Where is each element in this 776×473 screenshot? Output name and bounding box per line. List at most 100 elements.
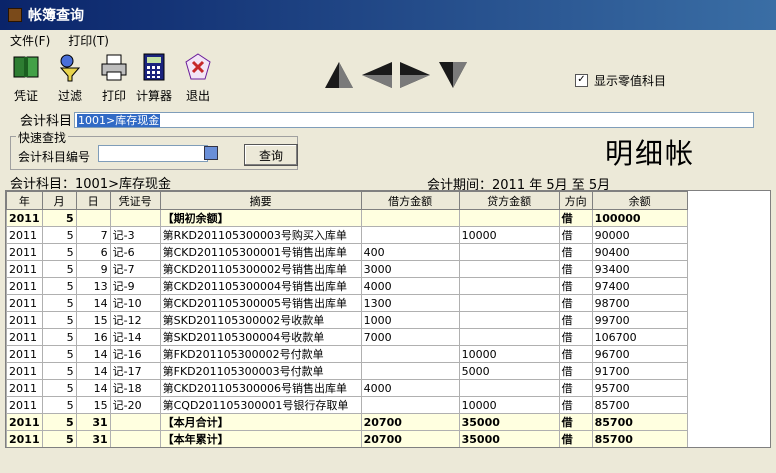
table-row[interactable]: 2011 5 7 记-3 第RKD201105300003号购买入库单 10000 借 900… <box>6 226 688 244</box>
cell-summary: 第CKD201105300005号销售出库单 <box>159 294 362 312</box>
checkbox-checked-icon: ✓ <box>575 74 588 87</box>
filter-button[interactable]: 过滤 <box>48 52 92 104</box>
cell-voucher-no: 记-7 <box>109 260 161 278</box>
account-value: 1001>库存现金 <box>77 113 161 127</box>
cell-credit <box>458 379 560 397</box>
account-field[interactable]: 1001>库存现金 <box>74 111 755 128</box>
cell-credit <box>458 277 560 295</box>
cell-day: 6 <box>75 243 111 261</box>
next-record-icon[interactable] <box>398 60 432 90</box>
query-button[interactable]: 查询 <box>244 144 298 166</box>
col-debit[interactable]: 借方金额 <box>360 191 460 210</box>
cell-debit: 3000 <box>360 260 460 278</box>
account-code-input[interactable] <box>98 145 208 162</box>
cell-voucher-no: 记-14 <box>109 328 161 346</box>
lookup-picker-icon[interactable] <box>204 146 218 160</box>
cell-direction: 借 <box>558 226 593 244</box>
status-bar <box>0 451 776 473</box>
last-record-icon[interactable] <box>436 60 470 90</box>
menu-bar: 文件(F) 打印(T) <box>0 30 776 50</box>
cell-year: 2011 <box>6 294 43 312</box>
cell-voucher-no: 记-3 <box>109 226 161 244</box>
exit-button[interactable]: 退出 <box>176 52 220 104</box>
cell-credit: 10000 <box>458 226 560 244</box>
table-row[interactable]: 2011 5 14 记-18 第CKD201105300006号销售出库单 4000 借 95… <box>6 379 688 397</box>
col-year[interactable]: 年 <box>6 191 43 210</box>
table-row[interactable]: 2011 5 13 记-9 第CKD201105300004号销售出库单 4000 借 974… <box>6 277 688 295</box>
voucher-button[interactable]: 凭证 <box>4 52 48 104</box>
cell-year: 2011 <box>6 430 43 447</box>
table-row[interactable]: 2011 5 15 记-12 第SKD201105300002号收款单 1000 借 9970… <box>6 311 688 329</box>
table-row[interactable]: 2011 5 14 记-10 第CKD201105300005号销售出库单 1300 借 98… <box>6 294 688 312</box>
table-row[interactable]: 2011 5 15 记-20 第CQD201105300001号银行存取单 10000 借 8… <box>6 396 688 414</box>
cell-day: 7 <box>75 226 111 244</box>
print-button[interactable]: 打印 <box>92 52 136 104</box>
table-row[interactable]: 2011 5 31 【本年累计】 20700 35000 借 85700 <box>6 430 688 447</box>
cell-direction: 借 <box>558 430 593 447</box>
cell-direction: 借 <box>558 396 593 414</box>
cell-year: 2011 <box>6 328 43 346</box>
cell-direction: 借 <box>558 209 593 227</box>
col-credit[interactable]: 贷方金额 <box>458 191 560 210</box>
table-row[interactable]: 2011 5 16 记-14 第SKD201105300004号收款单 7000 借 1067… <box>6 328 688 346</box>
cell-voucher-no: 记-6 <box>109 243 161 261</box>
exit-icon <box>185 53 211 80</box>
cell-day: 14 <box>75 362 111 380</box>
cell-balance: 93400 <box>591 260 688 278</box>
col-balance[interactable]: 余额 <box>591 191 688 210</box>
cell-day: 31 <box>75 413 111 431</box>
col-summary[interactable]: 摘要 <box>159 191 362 210</box>
cell-credit <box>458 294 560 312</box>
cell-voucher-no: 记-9 <box>109 277 161 295</box>
ledger-header-row: 年 月 日 凭证号 摘要 借方金额 贷方金额 方向 余额 <box>6 191 688 210</box>
cell-credit <box>458 209 560 227</box>
table-row[interactable]: 2011 5 31 【本月合计】 20700 35000 借 85700 <box>6 413 688 431</box>
table-row[interactable]: 2011 5 14 记-17 第FKD201105300003号付款单 5000 借 9170… <box>6 362 688 380</box>
report-title: 明细帐 <box>605 137 696 170</box>
cell-year: 2011 <box>6 362 43 380</box>
account-code-label: 会计科目编号 <box>18 150 91 164</box>
col-voucher-no[interactable]: 凭证号 <box>109 191 161 210</box>
table-row[interactable]: 2011 5 14 记-16 第FKD201105300002号付款单 10000 借 967… <box>6 345 688 363</box>
cell-voucher-no: 记-12 <box>109 311 161 329</box>
cell-year: 2011 <box>6 379 43 397</box>
cell-year: 2011 <box>6 209 43 227</box>
window-title: 帐簿查询 <box>28 8 84 24</box>
col-day[interactable]: 日 <box>75 191 111 210</box>
cell-voucher-no: 记-16 <box>109 345 161 363</box>
cell-month: 5 <box>41 209 77 227</box>
cell-summary: 第FKD201105300003号付款单 <box>159 362 362 380</box>
calculator-button[interactable]: 计算器 <box>132 52 176 104</box>
show-zero-accounts-checkbox[interactable]: ✓ 显示零值科目 <box>575 72 666 89</box>
cell-year: 2011 <box>6 243 43 261</box>
cell-balance: 99700 <box>591 311 688 329</box>
first-record-icon[interactable] <box>322 60 356 90</box>
cell-day: 14 <box>75 294 111 312</box>
cell-balance: 85700 <box>591 396 688 414</box>
cell-voucher-no <box>109 413 161 431</box>
cell-balance: 90400 <box>591 243 688 261</box>
table-row[interactable]: 2011 5 6 记-6 第CKD201105300001号销售出库单 400 借 90400 <box>6 243 688 261</box>
account-row: 会计科目 1001>库存现金 <box>20 110 755 129</box>
cell-voucher-no <box>109 209 161 227</box>
cell-day: 14 <box>75 345 111 363</box>
cell-voucher-no: 记-18 <box>109 379 161 397</box>
menu-file[interactable]: 文件(F) <box>10 32 50 49</box>
printer-icon <box>101 54 127 81</box>
ledger-grid[interactable]: 年 月 日 凭证号 摘要 借方金额 贷方金额 方向 余额 2011 5 【期初余额】… <box>5 190 771 448</box>
cell-direction: 借 <box>558 277 593 295</box>
col-direction[interactable]: 方向 <box>558 191 593 210</box>
previous-record-icon[interactable] <box>360 60 394 90</box>
cell-balance: 106700 <box>591 328 688 346</box>
menu-print[interactable]: 打印(T) <box>68 32 109 49</box>
table-row[interactable]: 2011 5 9 记-7 第CKD201105300002号销售出库单 3000 借 9340… <box>6 260 688 278</box>
cell-direction: 借 <box>558 362 593 380</box>
cell-voucher-no: 记-20 <box>109 396 161 414</box>
table-row[interactable]: 2011 5 【期初余额】 借 100000 <box>6 209 688 227</box>
cell-credit: 10000 <box>458 396 560 414</box>
cell-debit: 4000 <box>360 379 460 397</box>
cell-month: 5 <box>41 379 77 397</box>
col-month[interactable]: 月 <box>41 191 77 210</box>
cell-direction: 借 <box>558 345 593 363</box>
cell-balance: 95700 <box>591 379 688 397</box>
